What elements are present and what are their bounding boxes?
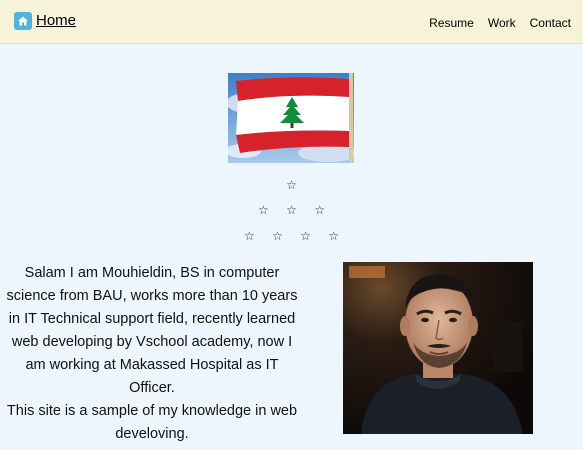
nav-contact-link[interactable]: Contact [530, 16, 571, 30]
home-label: Home [36, 12, 77, 29]
nav-links: Resume Work Contact [429, 16, 571, 30]
bio-text: Salam I am Mouhieldin, BS in computer sc… [6, 262, 298, 446]
star-icon: ☆ [286, 203, 297, 217]
home-link[interactable]: Home [14, 12, 76, 30]
nav-resume-link[interactable]: Resume [429, 16, 474, 30]
star-row-3: ☆ ☆ ☆ ☆ [0, 229, 583, 243]
star-icon: ☆ [258, 203, 269, 217]
navbar: Home Resume Work Contact [0, 0, 583, 44]
bio-paragraph-intro: Salam I am Mouhieldin, BS in computer sc… [6, 265, 298, 396]
star-icon: ☆ [286, 178, 297, 192]
bio-paragraph-site: This site is a sample of my knowledge in… [6, 403, 298, 442]
star-row-2: ☆ ☆ ☆ [0, 203, 583, 217]
star-icon: ☆ [272, 229, 283, 243]
profile-photo [343, 262, 533, 434]
nav-work-link[interactable]: Work [488, 16, 516, 30]
star-icon: ☆ [314, 203, 325, 217]
star-icon: ☆ [300, 229, 311, 243]
star-row-1: ☆ [0, 178, 583, 192]
home-icon [14, 12, 32, 30]
star-icon: ☆ [243, 229, 255, 243]
star-icon: ☆ [328, 229, 340, 243]
lebanon-flag-image [228, 73, 354, 163]
